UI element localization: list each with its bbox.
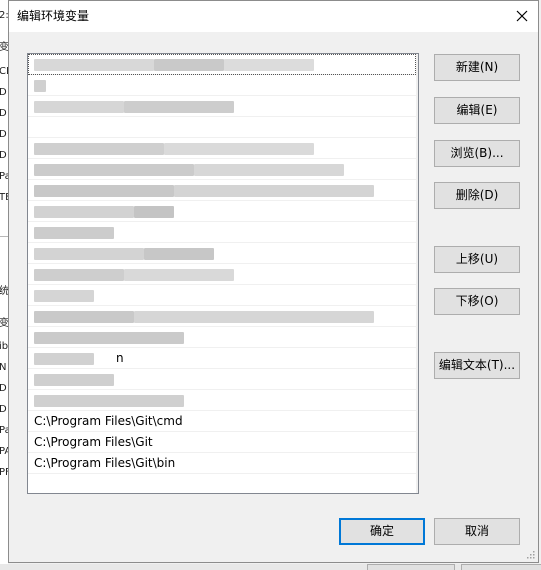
background-button bbox=[367, 564, 455, 570]
dialog-title: 编辑环境变量 bbox=[17, 9, 90, 23]
list-item-text: C:\Program Files\Git bbox=[34, 435, 153, 449]
list-item[interactable] bbox=[28, 390, 416, 411]
list-item[interactable] bbox=[28, 117, 416, 138]
list-item[interactable] bbox=[28, 369, 416, 390]
list-item[interactable] bbox=[28, 180, 416, 201]
move-up-button[interactable]: 上移(U) bbox=[434, 246, 520, 273]
background-text: D bbox=[0, 150, 7, 161]
list-item[interactable]: C:\Program Files\Git bbox=[28, 432, 416, 453]
path-list[interactable]: n C:\Program Files\Git\cmd C:\Program Fi… bbox=[27, 53, 419, 494]
browse-button[interactable]: 浏览(B)... bbox=[434, 140, 520, 167]
list-item[interactable] bbox=[28, 222, 416, 243]
list-item[interactable]: C:\Program Files\Git\bin bbox=[28, 453, 416, 474]
list-item-text: n bbox=[116, 351, 124, 365]
list-item[interactable] bbox=[28, 264, 416, 285]
background-text: ib bbox=[0, 341, 9, 352]
close-icon bbox=[516, 10, 528, 22]
list-item[interactable] bbox=[28, 96, 416, 117]
edit-button[interactable]: 编辑(E) bbox=[434, 97, 520, 124]
resize-grip-icon[interactable] bbox=[525, 549, 535, 559]
title-bar: 编辑环境变量 bbox=[9, 1, 538, 32]
list-edge bbox=[416, 54, 418, 493]
list-item[interactable] bbox=[28, 306, 416, 327]
background-text: D bbox=[0, 87, 7, 98]
background-text: D bbox=[0, 383, 7, 394]
background-window-bottom bbox=[0, 564, 541, 570]
list-item[interactable] bbox=[28, 138, 416, 159]
background-button bbox=[461, 564, 541, 570]
list-item[interactable] bbox=[28, 327, 416, 348]
list-item[interactable] bbox=[28, 243, 416, 264]
edit-text-button[interactable]: 编辑文本(T)... bbox=[434, 352, 520, 379]
new-button[interactable]: 新建(N) bbox=[434, 54, 520, 81]
delete-button[interactable]: 删除(D) bbox=[434, 182, 520, 209]
list-item-text: C:\Program Files\Git\cmd bbox=[34, 414, 183, 428]
background-divider bbox=[0, 236, 8, 237]
list-item[interactable] bbox=[28, 54, 416, 75]
cancel-button[interactable]: 取消 bbox=[434, 518, 520, 545]
edit-env-var-dialog: 编辑环境变量 n C:\Program Files\Git\cmd C:\Pro… bbox=[8, 0, 539, 563]
list-item[interactable] bbox=[28, 75, 416, 96]
move-down-button[interactable]: 下移(O) bbox=[434, 288, 520, 315]
list-item[interactable]: n bbox=[28, 348, 416, 369]
background-text: D bbox=[0, 108, 7, 119]
list-item[interactable]: C:\Program Files\Git\cmd bbox=[28, 411, 416, 432]
background-text: N bbox=[0, 362, 7, 373]
list-item-text: C:\Program Files\Git\bin bbox=[34, 456, 176, 470]
list-item[interactable] bbox=[28, 159, 416, 180]
list-item[interactable] bbox=[28, 201, 416, 222]
background-text: D bbox=[0, 404, 7, 415]
background-window-edge: 2: 变 CL D D D D Pa TE 统 变 ib N D D Pa PA… bbox=[0, 0, 12, 570]
list-item[interactable] bbox=[28, 285, 416, 306]
ok-button[interactable]: 确定 bbox=[339, 518, 425, 545]
close-button[interactable] bbox=[506, 1, 538, 32]
background-text: D bbox=[0, 129, 7, 140]
